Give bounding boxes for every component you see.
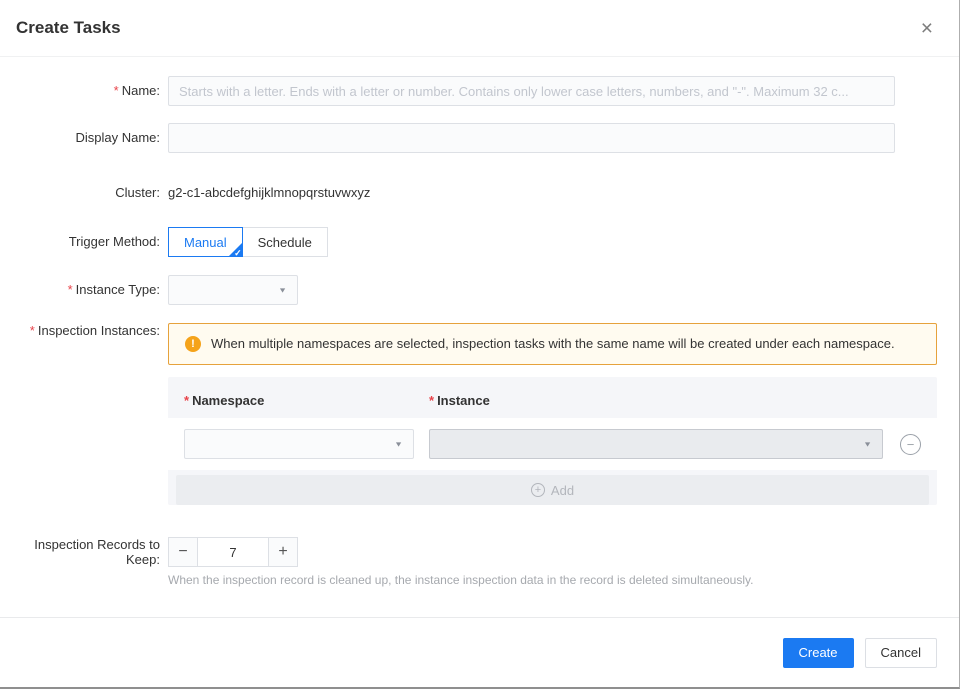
trigger-method-label: Trigger Method: (0, 227, 160, 257)
instances-table-row: ▼ ▼ − (168, 418, 937, 470)
instances-table-panel: *Namespace *Instance ▼ ▼ − (168, 377, 937, 505)
name-row: *Name: (0, 76, 937, 106)
required-mark: * (30, 323, 35, 338)
warning-icon: ! (185, 336, 201, 352)
create-tasks-dialog: Create Tasks × *Name: Display Name: Clus… (0, 0, 960, 689)
cluster-label: Cluster: (0, 178, 160, 201)
records-count-input[interactable] (198, 537, 268, 567)
instance-select: ▼ (429, 429, 883, 459)
required-mark: * (184, 393, 189, 408)
plus-circle-icon: + (531, 483, 545, 497)
remove-row-button[interactable]: − (900, 434, 921, 455)
name-input[interactable] (168, 76, 895, 106)
selected-check-icon: ✓ (234, 249, 242, 258)
stepper-decrement-button[interactable]: − (168, 537, 198, 567)
trigger-option-schedule[interactable]: Schedule (242, 227, 328, 257)
instance-column-header: *Instance (429, 393, 490, 408)
inspection-instances-label: *Inspection Instances: (0, 323, 160, 338)
add-row-button[interactable]: + Add (176, 475, 929, 505)
chevron-down-icon: ▼ (278, 286, 287, 294)
display-name-input[interactable] (168, 123, 895, 153)
close-icon[interactable]: × (921, 18, 933, 39)
records-hint-text: When the inspection record is cleaned up… (168, 573, 937, 587)
stepper-increment-button[interactable]: + (268, 537, 298, 567)
chevron-down-icon: ▼ (863, 440, 872, 448)
dialog-title: Create Tasks (16, 18, 121, 38)
dialog-footer: Create Cancel (0, 617, 959, 687)
required-mark: * (114, 83, 119, 98)
instance-type-select[interactable]: ▼ (168, 275, 298, 305)
inspection-instances-row: *Inspection Instances: ! When multiple n… (0, 323, 937, 512)
create-button[interactable]: Create (783, 638, 854, 668)
instance-type-row: *Instance Type: ▼ (0, 275, 937, 305)
add-row-label: Add (551, 483, 574, 498)
name-label: *Name: (0, 76, 160, 106)
namespace-warning-note: ! When multiple namespaces are selected,… (168, 323, 937, 365)
trigger-method-group: Manual ✓ Schedule (168, 227, 937, 257)
required-mark: * (429, 393, 434, 408)
chevron-down-icon: ▼ (394, 440, 403, 448)
dialog-header: Create Tasks × (0, 0, 959, 57)
cluster-value: g2-c1-abcdefghijklmnopqrstuvwxyz (168, 178, 937, 201)
records-stepper: − + (168, 537, 937, 567)
required-mark: * (68, 282, 73, 297)
instances-table-header: *Namespace *Instance (168, 377, 937, 418)
minus-circle-icon: − (907, 437, 915, 452)
records-to-keep-row: Inspection Records to Keep: − + When the… (0, 537, 937, 587)
dialog-body: *Name: Display Name: Cluster: g2-c1-abcd… (0, 57, 959, 617)
cluster-row: Cluster: g2-c1-abcdefghijklmnopqrstuvwxy… (0, 178, 937, 201)
records-to-keep-label: Inspection Records to Keep: (0, 537, 160, 567)
cancel-button[interactable]: Cancel (865, 638, 937, 668)
warning-text: When multiple namespaces are selected, i… (211, 334, 895, 354)
display-name-row: Display Name: (0, 123, 937, 153)
display-name-label: Display Name: (0, 123, 160, 153)
namespace-select[interactable]: ▼ (184, 429, 414, 459)
instance-type-label: *Instance Type: (0, 275, 160, 305)
trigger-method-row: Trigger Method: Manual ✓ Schedule (0, 227, 937, 257)
namespace-column-header: *Namespace (184, 393, 429, 408)
trigger-option-manual[interactable]: Manual ✓ (168, 227, 243, 257)
